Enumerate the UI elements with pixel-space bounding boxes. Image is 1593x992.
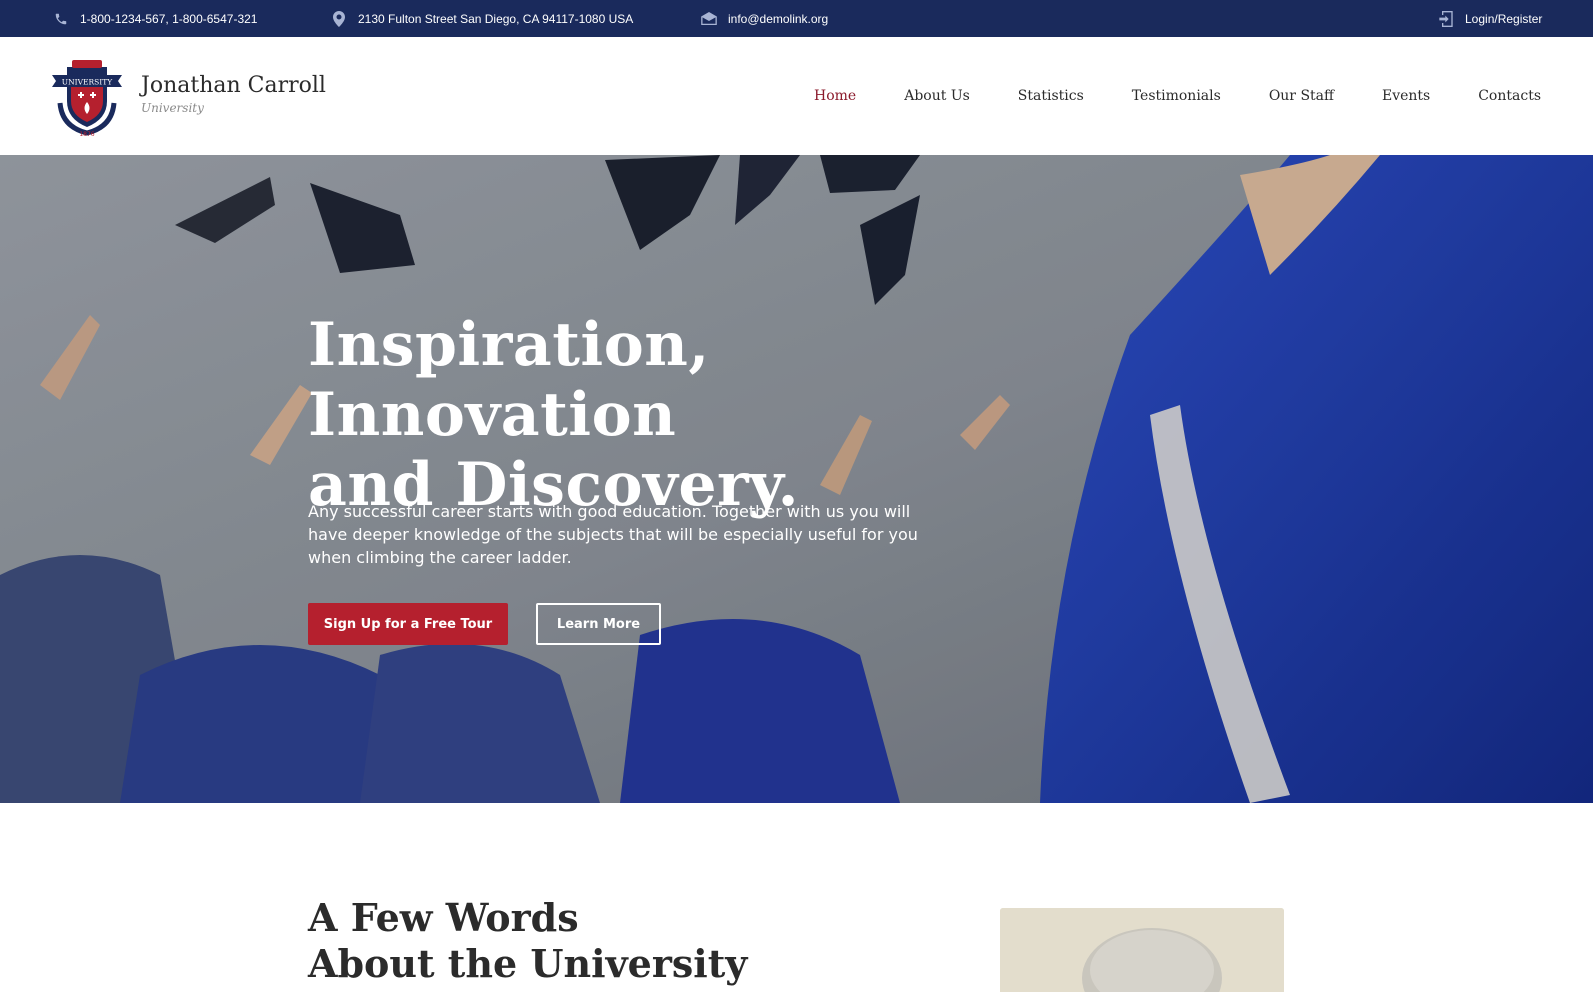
phone-icon <box>52 10 70 28</box>
login-register-link[interactable]: Login/Register <box>1437 0 1542 37</box>
nav-our-staff[interactable]: Our Staff <box>1269 88 1334 104</box>
hero-title-line1: Inspiration, Innovation <box>308 310 710 450</box>
about-section-title: A Few Words About the University <box>308 895 747 987</box>
hero-title: Inspiration, Innovation and Discovery. <box>308 310 1068 520</box>
address-text: 2130 Fulton Street San Diego, CA 94117-1… <box>358 11 634 26</box>
main-nav: Home About Us Statistics Testimonials Ou… <box>814 37 1541 155</box>
sign-up-free-tour-button[interactable]: Sign Up for a Free Tour <box>308 603 508 645</box>
email-info: info@demolink.org <box>700 0 828 37</box>
about-title-line2: About the University <box>308 941 748 986</box>
university-crest-logo[interactable]: UNIVERSITY 1876 <box>48 57 126 138</box>
learn-more-button[interactable]: Learn More <box>536 603 661 645</box>
login-icon <box>1437 10 1455 28</box>
brand-name[interactable]: Jonathan Carroll <box>141 73 326 98</box>
email-link[interactable]: info@demolink.org <box>728 12 828 26</box>
staff-portrait-image <box>1000 908 1284 992</box>
nav-home[interactable]: Home <box>814 88 856 104</box>
nav-contacts[interactable]: Contacts <box>1478 88 1541 104</box>
nav-testimonials[interactable]: Testimonials <box>1132 88 1221 104</box>
location-pin-icon <box>330 10 348 28</box>
about-title-line1: A Few Words <box>308 895 579 940</box>
nav-events[interactable]: Events <box>1382 88 1430 104</box>
top-info-bar: 1-800-1234-567, 1-800-6547-321 2130 Fult… <box>0 0 1593 37</box>
site-header: UNIVERSITY 1876 Jonathan Carroll Univers… <box>0 37 1593 155</box>
envelope-icon <box>700 10 718 28</box>
hero-description: Any successful career starts with good e… <box>308 502 918 567</box>
brand-subtitle: University <box>141 101 204 115</box>
crest-banner-text: UNIVERSITY <box>62 78 113 87</box>
nav-about-us[interactable]: About Us <box>904 88 970 104</box>
login-register-label[interactable]: Login/Register <box>1465 12 1542 26</box>
phone-info: 1-800-1234-567, 1-800-6547-321 <box>52 0 257 37</box>
nav-statistics[interactable]: Statistics <box>1018 88 1084 104</box>
address-info: 2130 Fulton Street San Diego, CA 94117-1… <box>330 0 633 37</box>
phone-numbers: 1-800-1234-567, 1-800-6547-321 <box>80 11 258 26</box>
crest-year: 1876 <box>79 131 94 137</box>
hero-section: Inspiration, Innovation and Discovery. A… <box>0 155 1593 803</box>
